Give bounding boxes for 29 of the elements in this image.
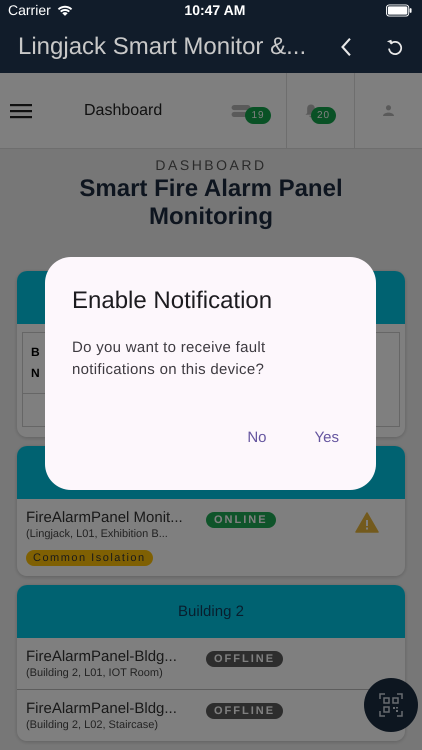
status-badge: ONLINE bbox=[206, 512, 276, 528]
wifi-icon bbox=[56, 4, 74, 17]
app-title: Lingjack Smart Monitor &... bbox=[18, 32, 306, 61]
header-text: N bbox=[31, 365, 41, 382]
menu-icon[interactable] bbox=[10, 102, 32, 118]
qr-scan-icon bbox=[379, 693, 403, 717]
panel-location: (Building 2, L01, IOT Room) bbox=[26, 667, 164, 679]
status-time: 10:47 AM bbox=[184, 2, 246, 18]
carrier-name: Carrier bbox=[8, 2, 51, 18]
dialog-message: Do you want to receive fault notifications on this device? bbox=[72, 338, 266, 380]
status-badge: OFFLINE bbox=[206, 650, 284, 666]
panel-location: (Lingjack, L01, Exhibition B... bbox=[26, 528, 169, 540]
panel-name: FireAlarmPanel Monit... bbox=[26, 509, 184, 526]
dialog-button[interactable]: Yes bbox=[296, 421, 357, 454]
status-badge: OFFLINE bbox=[206, 702, 284, 718]
building-name: Building 2 bbox=[178, 603, 244, 620]
isolation-tag: Common Isolation bbox=[26, 550, 153, 566]
panel-name: FireAlarmPanel-Bldg... bbox=[26, 700, 178, 717]
section-overline: DASHBOARD bbox=[155, 157, 267, 173]
battery-icon bbox=[386, 4, 412, 17]
page-title: Dashboard bbox=[84, 102, 164, 120]
dashboard-title: Smart Fire Alarm Panel Monitoring bbox=[78, 175, 344, 231]
panel-name: FireAlarmPanel-Bldg... bbox=[26, 648, 178, 665]
count-badge: 19 bbox=[245, 107, 271, 124]
dialog-button[interactable]: No bbox=[229, 421, 285, 454]
panel-location: (Building 2, L02, Staircase) bbox=[26, 719, 160, 731]
header-text: B bbox=[31, 344, 41, 361]
count-badge: 20 bbox=[310, 107, 336, 124]
dialog-title: Enable Notification bbox=[72, 287, 274, 315]
